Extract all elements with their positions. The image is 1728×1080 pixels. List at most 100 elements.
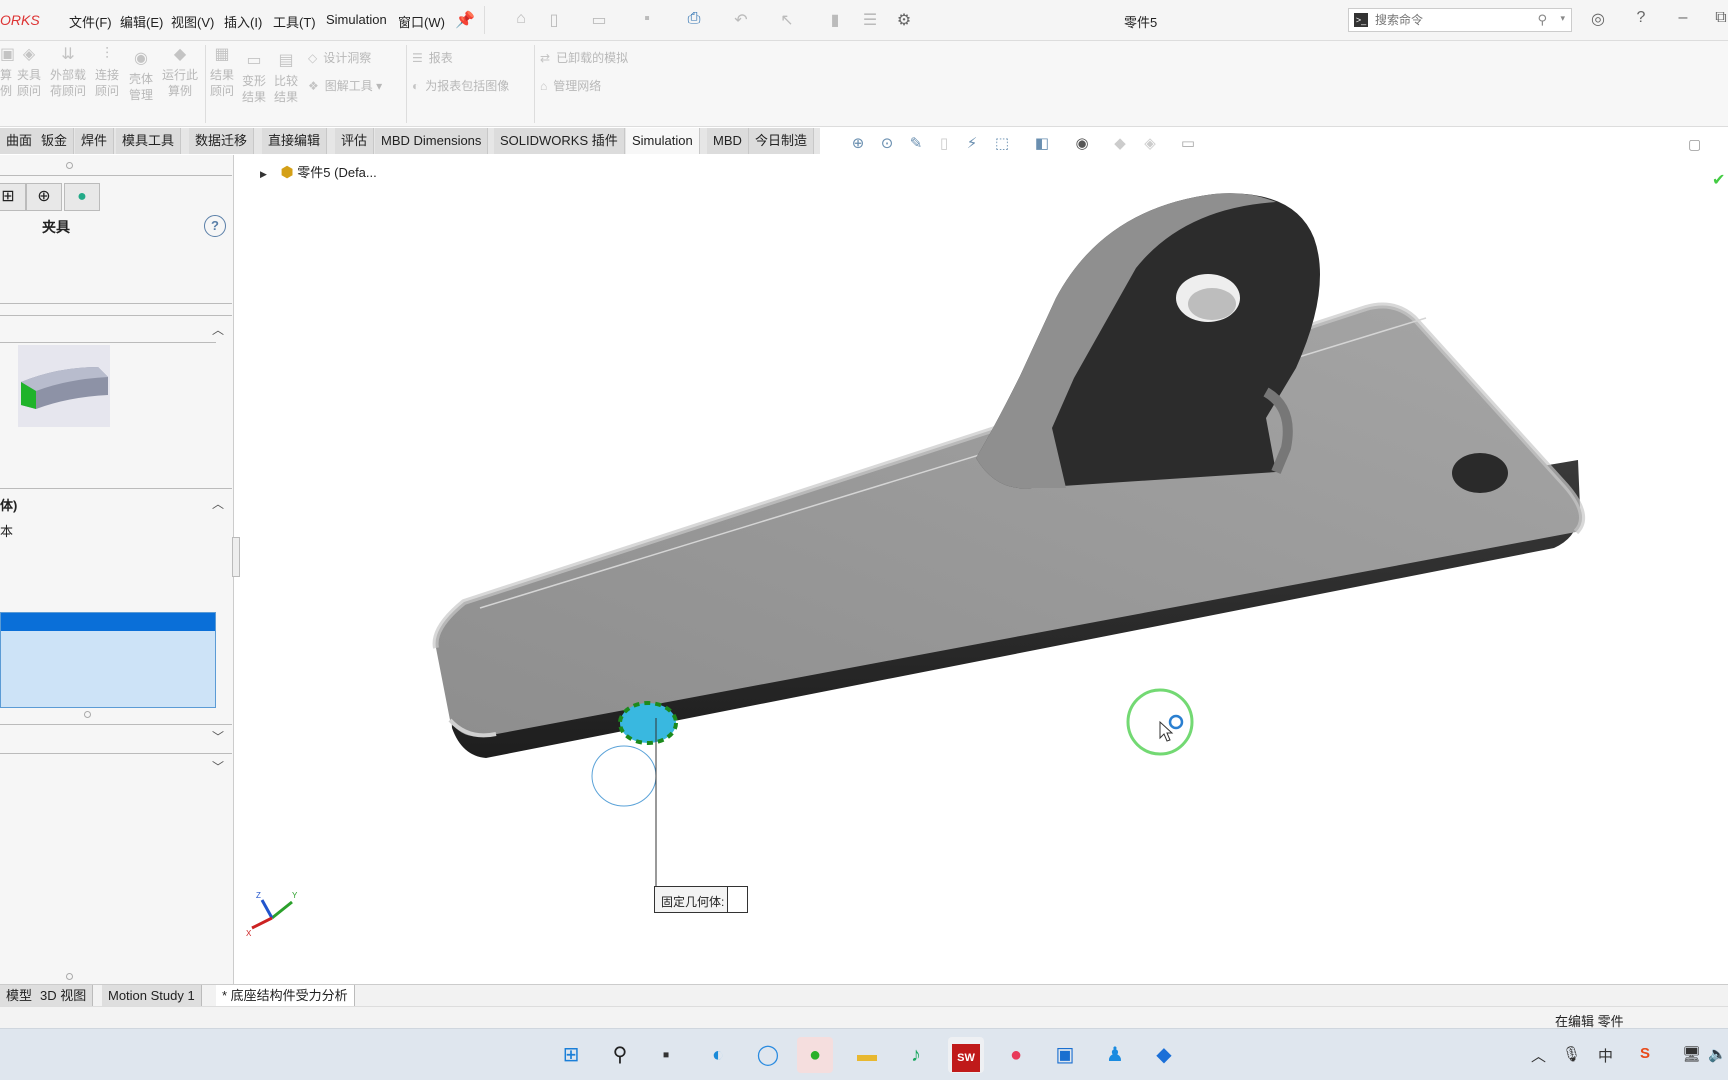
minimize-icon[interactable]: – bbox=[1672, 9, 1694, 31]
chevron-down-icon[interactable]: ▾ bbox=[1560, 13, 1565, 24]
search-input[interactable] bbox=[1375, 11, 1535, 29]
options-gear-icon[interactable]: ⚙ bbox=[893, 10, 915, 30]
divider bbox=[0, 175, 232, 176]
fixed-geometry-callout[interactable]: 固定几何体: bbox=[654, 886, 748, 913]
help-icon[interactable]: ? bbox=[1630, 9, 1652, 31]
tab-mold-tools[interactable]: 模具工具 bbox=[116, 128, 182, 154]
rebuild-icon[interactable]: ▮ bbox=[824, 10, 846, 30]
ribbon-study[interactable]: ▣ 算例 bbox=[0, 47, 15, 99]
qq-icon[interactable]: ♟ bbox=[1097, 1037, 1133, 1073]
ribbon-offloaded-sim[interactable]: ⇄ 已卸载的模拟 bbox=[540, 49, 628, 66]
edge-icon[interactable]: ◐ bbox=[700, 1037, 736, 1073]
selected-row[interactable] bbox=[1, 613, 215, 631]
section-label: 体) bbox=[0, 498, 18, 513]
ribbon-run-study[interactable]: ◆ 运行此算例 bbox=[160, 47, 200, 99]
plate-top-face bbox=[435, 305, 1583, 737]
menu-tools[interactable]: 工具(T) bbox=[273, 12, 316, 31]
splitter-handle[interactable] bbox=[66, 973, 73, 980]
pin-icon[interactable]: 📌 bbox=[454, 10, 476, 30]
part-model[interactable] bbox=[432, 193, 1586, 807]
ribbon-plot-tools[interactable]: ❖ 图解工具 ▾ bbox=[308, 77, 382, 94]
chat-icon[interactable]: ◯ bbox=[750, 1037, 786, 1073]
ribbon-design-insight[interactable]: ◇ 设计洞察 bbox=[308, 49, 371, 66]
manage-network-icon: ⌂ bbox=[540, 79, 548, 93]
menu-insert[interactable]: 插入(I) bbox=[224, 12, 262, 31]
print-icon[interactable]: ⎙ bbox=[683, 10, 705, 30]
ribbon-deformed-result[interactable]: ▭ 变形结果 bbox=[240, 53, 268, 105]
ribbon-include-image[interactable]: ◐ 为报表包括图像 bbox=[412, 77, 509, 94]
collapse-chevron-icon[interactable]: ︿ bbox=[212, 321, 224, 338]
splitter-handle[interactable] bbox=[66, 162, 73, 169]
menu-simulation[interactable]: Simulation bbox=[326, 12, 387, 27]
restore-icon[interactable]: ⧉ bbox=[1710, 9, 1728, 31]
menu-view[interactable]: 视图(V) bbox=[171, 12, 214, 31]
ribbon-shell-manager[interactable]: ◉ 壳体管理 bbox=[126, 51, 156, 103]
configuration-tab-icon[interactable]: ⊞ bbox=[0, 183, 26, 211]
report-icon: ☰ bbox=[412, 51, 423, 65]
property-manager: ⊞ ⊕ ● 夹具 ? ︿ 体) ︿ 本 ﹀ ﹀ bbox=[0, 155, 240, 985]
tab-weldments[interactable]: 焊件 bbox=[75, 128, 115, 154]
new-file-icon[interactable]: ▯ bbox=[543, 10, 565, 30]
shell-manager-icon: ◉ bbox=[134, 50, 148, 67]
ribbon-results-advisor[interactable]: ▦ 结果顾问 bbox=[208, 47, 236, 99]
tab-3d-view[interactable]: 3D 视图 bbox=[34, 985, 94, 1007]
file-explorer-icon[interactable]: ▬ bbox=[849, 1037, 885, 1073]
ribbon-compare-results[interactable]: ▤ 比较结果 bbox=[272, 53, 300, 105]
collapse-chevron-icon[interactable]: ︿ bbox=[212, 495, 224, 512]
callout-label: 固定几何体: bbox=[661, 895, 725, 909]
music-app-icon[interactable]: ♪ bbox=[898, 1037, 934, 1073]
fixture-advisor-icon: ◈ bbox=[22, 46, 36, 63]
list-resize-handle[interactable] bbox=[84, 711, 91, 718]
chevron-up-icon[interactable]: ︿ bbox=[1531, 1045, 1546, 1066]
sogou-icon[interactable]: S bbox=[1640, 1045, 1650, 1062]
search-commands[interactable]: >_ ⚲ ▾ bbox=[1348, 8, 1572, 32]
search-icon[interactable]: ⚲ bbox=[1537, 12, 1547, 28]
deformed-result-icon: ▭ bbox=[246, 52, 262, 69]
task-view-icon[interactable]: ▪ bbox=[648, 1037, 684, 1073]
tab-simulation-study[interactable]: * 底座结构件受力分析 bbox=[216, 985, 355, 1007]
menu-edit[interactable]: 编辑(E) bbox=[120, 12, 163, 31]
ribbon-report[interactable]: ☰ 报表 bbox=[412, 49, 453, 66]
select-icon[interactable]: ↖ bbox=[776, 10, 798, 30]
triad-x-label: X bbox=[246, 929, 252, 938]
tab-motion-study[interactable]: Motion Study 1 bbox=[102, 985, 202, 1007]
plot-tools-icon: ❖ bbox=[308, 79, 319, 93]
ribbon-external-loads[interactable]: ⇊ 外部载荷顾问 bbox=[48, 47, 88, 99]
graphics-area[interactable]: Z Y X bbox=[236, 128, 1728, 983]
tab-surfaces[interactable]: 曲面 bbox=[0, 128, 40, 154]
windows-start-icon[interactable]: ⊞ bbox=[553, 1037, 589, 1073]
display-manager-tab-icon[interactable]: ● bbox=[64, 183, 100, 211]
fixture-type-thumbnail[interactable] bbox=[18, 345, 110, 427]
wechat-icon[interactable]: ● bbox=[797, 1037, 833, 1073]
volume-icon[interactable]: 🔈 bbox=[1708, 1045, 1727, 1063]
ribbon-manage-network[interactable]: ⌂ 管理网络 bbox=[540, 77, 601, 94]
divider bbox=[0, 342, 216, 343]
expand-chevron-icon[interactable]: ﹀ bbox=[212, 758, 224, 775]
solidworks-taskbar-icon[interactable]: SW bbox=[948, 1037, 984, 1073]
ribbon-fixture-advisor[interactable]: ◈ 夹具顾问 bbox=[14, 47, 44, 99]
file-properties-icon[interactable]: ☰ bbox=[859, 10, 881, 30]
ribbon-divider bbox=[406, 45, 407, 123]
save-icon[interactable]: ▪ bbox=[636, 10, 658, 30]
open-folder-icon[interactable]: ▭ bbox=[588, 10, 610, 30]
title-bar: ORKS 文件(F) 编辑(E) 视图(V) 插入(I) 工具(T) Simul… bbox=[0, 0, 1728, 41]
search-icon[interactable]: ⚲ bbox=[602, 1037, 638, 1073]
help-button[interactable]: ? bbox=[204, 215, 226, 237]
home-icon[interactable]: ⌂ bbox=[510, 10, 532, 30]
ribbon-divider bbox=[205, 45, 206, 123]
expand-chevron-icon[interactable]: ﹀ bbox=[212, 728, 224, 745]
account-icon[interactable]: ◎ bbox=[1587, 9, 1609, 31]
feishu-icon[interactable]: ◆ bbox=[1146, 1037, 1182, 1073]
video-app-icon[interactable]: ▣ bbox=[1047, 1037, 1083, 1073]
tab-sheet-metal[interactable]: 钣金 bbox=[35, 128, 75, 154]
menu-window[interactable]: 窗口(W) bbox=[398, 12, 445, 31]
undo-icon[interactable]: ↶ bbox=[730, 10, 752, 30]
input-method-indicator[interactable]: 中 bbox=[1598, 1045, 1613, 1066]
dimxpert-tab-icon[interactable]: ⊕ bbox=[26, 183, 62, 211]
menu-file[interactable]: 文件(F) bbox=[69, 12, 112, 31]
ribbon-connections-advisor[interactable]: ⫶ 连接顾问 bbox=[92, 47, 122, 99]
screen-recorder-icon[interactable]: ● bbox=[998, 1037, 1034, 1073]
microphone-icon[interactable]: 🎙 bbox=[1562, 1045, 1581, 1063]
network-icon[interactable]: 🖥 bbox=[1682, 1045, 1701, 1063]
selection-list[interactable] bbox=[0, 612, 216, 708]
